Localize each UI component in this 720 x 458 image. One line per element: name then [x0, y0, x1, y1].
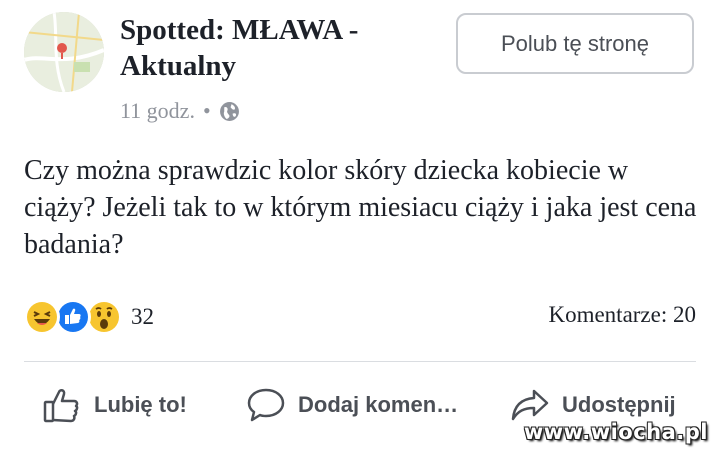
thumbs-up-icon: [42, 385, 82, 425]
speech-bubble-icon: [246, 385, 286, 425]
meta-separator: •: [202, 98, 211, 123]
wow-icon: [86, 299, 122, 335]
actions-divider: [24, 361, 696, 362]
post-time[interactable]: 11 godz.: [120, 97, 195, 125]
post-body: Czy można sprawdzic kolor skóry dziecka …: [24, 155, 697, 260]
comment-button[interactable]: Dodaj komen…: [246, 384, 458, 426]
reactions-summary[interactable]: 32: [24, 299, 154, 335]
like-label: Lubię to!: [94, 392, 187, 417]
share-label: Udostępnij: [562, 392, 676, 417]
like-button[interactable]: Lubię to!: [42, 384, 187, 426]
haha-icon: [24, 299, 60, 335]
reaction-count: 32: [131, 304, 154, 329]
post-meta: 11 godz. •: [120, 97, 240, 125]
like-page-button[interactable]: Polub tę stronę: [456, 13, 694, 74]
share-arrow-icon: [510, 385, 550, 425]
comments-count-link[interactable]: Komentarze: 20: [548, 302, 696, 328]
like-icon: [55, 299, 91, 335]
page-name-link[interactable]: Spotted: MŁAWA - Aktualny: [120, 12, 430, 84]
page-avatar[interactable]: [24, 12, 104, 92]
comment-label: Dodaj komen…: [298, 392, 459, 417]
site-watermark: www.wiocha.pl: [523, 420, 708, 444]
map-thumbnail-icon: [24, 12, 104, 92]
globe-icon: [219, 101, 240, 122]
